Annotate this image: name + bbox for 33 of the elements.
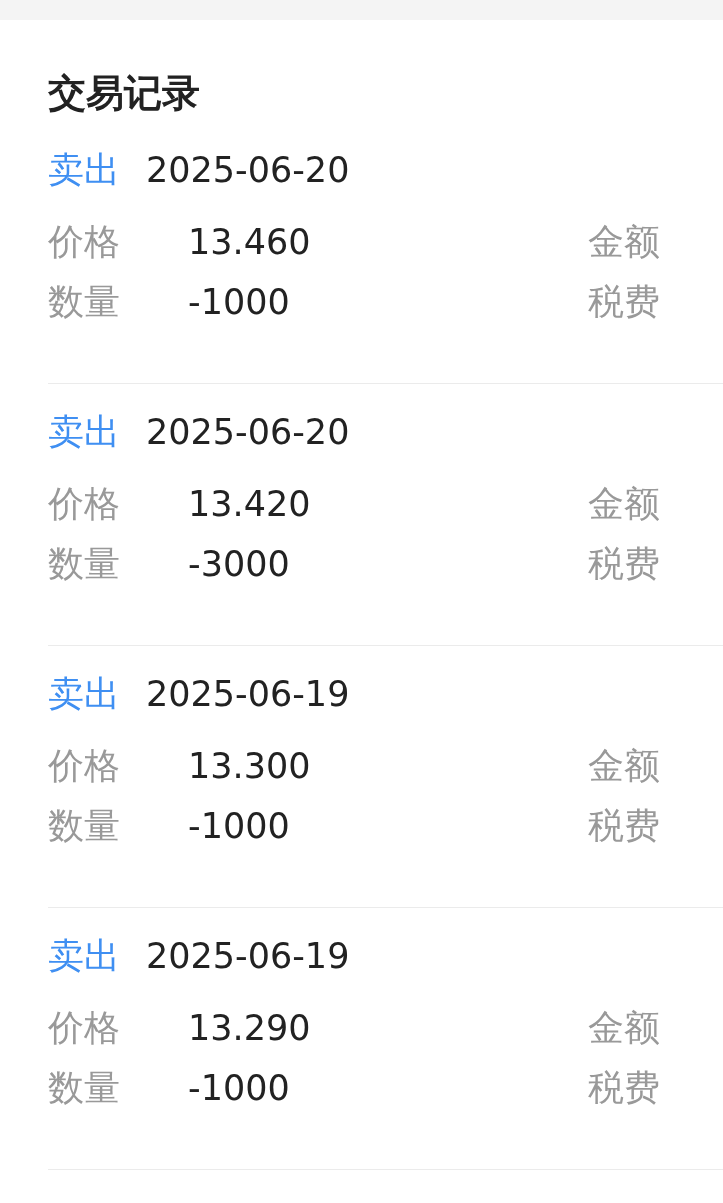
quantity-label: 数量: [48, 541, 120, 586]
price-label: 价格: [48, 219, 120, 264]
trade-type: 卖出: [48, 933, 120, 978]
price-value: 13.460: [188, 222, 311, 262]
trade-date: 2025-06-19: [146, 936, 350, 976]
quantity-value: -1000: [188, 1068, 290, 1108]
quantity-value: -1000: [188, 806, 290, 846]
trade-date: 2025-06-20: [146, 150, 350, 190]
fee-label: 税费: [588, 1065, 660, 1110]
fee-label: 税费: [588, 803, 660, 848]
quantity-value: -1000: [188, 282, 290, 322]
trade-type: 卖出: [48, 671, 120, 716]
trade-date: 2025-06-20: [146, 412, 350, 452]
amount-label: 金额: [588, 219, 660, 264]
amount-label: 金额: [588, 481, 660, 526]
price-value: 13.420: [188, 484, 311, 524]
quantity-label: 数量: [48, 803, 120, 848]
price-value: 13.290: [188, 1008, 311, 1048]
fee-label: 税费: [588, 541, 660, 586]
trade-date: 2025-06-19: [146, 674, 350, 714]
price-value: 13.300: [188, 746, 311, 786]
fee-label: 税费: [588, 279, 660, 324]
trade-type: 卖出: [48, 409, 120, 454]
page-title: 交易记录: [48, 70, 201, 117]
quantity-label: 数量: [48, 279, 120, 324]
price-label: 价格: [48, 743, 120, 788]
amount-label: 金额: [588, 1005, 660, 1050]
price-label: 价格: [48, 481, 120, 526]
quantity-label: 数量: [48, 1065, 120, 1110]
quantity-value: -3000: [188, 544, 290, 584]
amount-label: 金额: [588, 743, 660, 788]
price-label: 价格: [48, 1005, 120, 1050]
trade-type: 卖出: [48, 147, 120, 192]
